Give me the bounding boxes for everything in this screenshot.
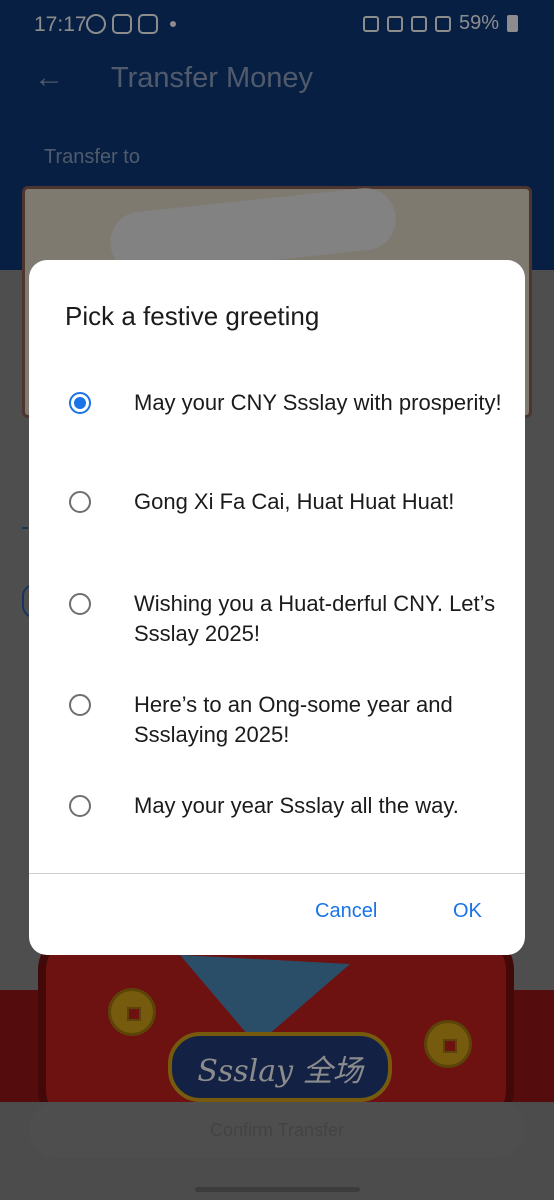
greeting-option-label: May your year Ssslay all the way. [134, 793, 459, 818]
navigation-handle[interactable] [195, 1187, 360, 1192]
greeting-option-label: May your CNY Ssslay with prosperity! [134, 390, 502, 415]
dialog-title: Pick a festive greeting [65, 301, 320, 331]
radio-button[interactable] [69, 491, 91, 513]
dialog-divider [29, 873, 525, 874]
greeting-option-4[interactable]: Here’s to an Ong-some year and Ssslaying… [29, 690, 525, 780]
cancel-button[interactable]: Cancel [315, 900, 377, 923]
radio-button[interactable] [69, 795, 91, 817]
greeting-option-1[interactable]: May your CNY Ssslay with prosperity! [29, 388, 525, 478]
radio-button[interactable] [69, 694, 91, 716]
greeting-option-5[interactable]: May your year Ssslay all the way. [29, 791, 525, 881]
ok-button[interactable]: OK [453, 900, 482, 923]
greeting-option-label: Here’s to an Ong-some year and Ssslaying… [134, 692, 453, 747]
greeting-option-2[interactable]: Gong Xi Fa Cai, Huat Huat Huat! [29, 487, 525, 577]
greeting-option-label: Wishing you a Huat-derful CNY. Let’s Sss… [134, 591, 496, 646]
radio-button[interactable] [69, 593, 91, 615]
greeting-option-label: Gong Xi Fa Cai, Huat Huat Huat! [134, 489, 455, 514]
greeting-dialog: Pick a festive greeting May your CNY Sss… [29, 260, 525, 955]
radio-button-selected[interactable] [69, 392, 91, 414]
greeting-option-3[interactable]: Wishing you a Huat-derful CNY. Let’s Sss… [29, 589, 525, 679]
